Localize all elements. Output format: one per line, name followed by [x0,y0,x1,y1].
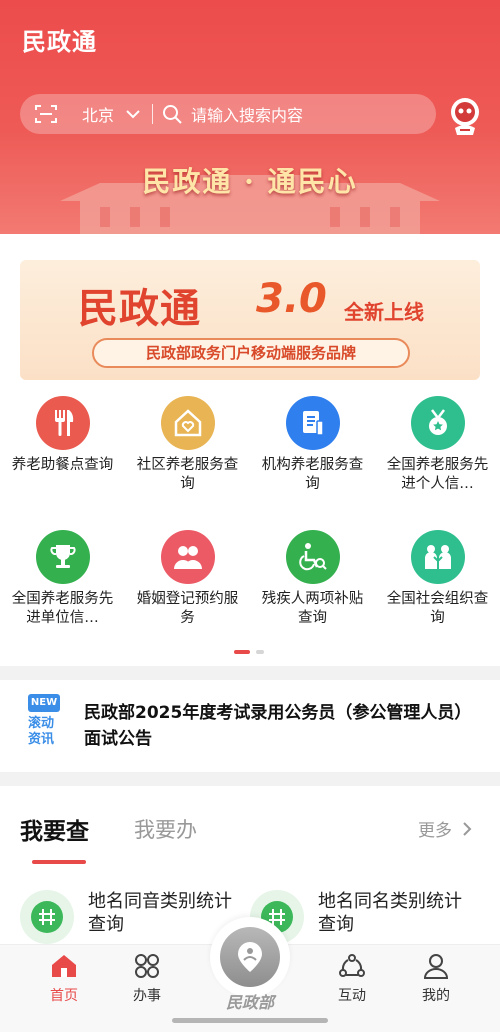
ministry-logo-icon [220,927,280,987]
page-indicator [234,650,264,654]
app-title: 民政通 [22,28,97,56]
service-item[interactable]: 全国养老服务先进单位信… [0,530,125,628]
more-label: 更多 [418,821,452,841]
user-icon [423,954,449,979]
search-icon [161,103,183,125]
people-icon [410,530,465,584]
service-item[interactable]: 全国养老服务先进个人信… [375,396,500,494]
nav-label: 我的 [422,988,450,1004]
tab-handle[interactable]: 我要办 [134,814,197,844]
service-label: 全国社会组织查询 [386,591,489,626]
news-tag: 滚动资讯 [28,716,55,747]
chevron-right-icon [463,821,472,836]
service-item[interactable]: 全国社会组织查询 [375,530,500,628]
nav-center[interactable] [210,917,290,997]
new-badge: NEW [28,694,60,712]
nav-center-label: 民政部 [225,993,274,1012]
page-dot-active [234,650,250,654]
more-link[interactable]: 更多 [418,816,472,841]
query-item[interactable]: 地名同音类别统计查询 [20,890,238,944]
service-label: 养老助餐点查询 [11,457,114,473]
interact-icon [339,954,365,977]
service-label: 全国养老服务先进单位信… [11,591,114,626]
fork-knife-icon [35,396,90,450]
service-label: 全国养老服务先进个人信… [386,457,489,492]
nav-home[interactable]: 首页 [34,953,94,1005]
promo-banner[interactable]: 民政通 3.0 全新上线 民政部政务门户移动端服务品牌 [20,260,480,380]
banner-version: 3.0 [256,276,327,322]
nav-label: 办事 [133,988,161,1004]
banner-new-text: 全新上线 [344,300,424,324]
service-item[interactable]: 婚姻登记预约服务 [125,530,250,628]
service-label: 机构养老服务查询 [261,457,364,492]
query-item-label: 地名同名类别统计查询 [318,891,462,935]
divider [152,104,154,124]
document-icon [285,396,340,450]
couple-icon [160,530,215,584]
chevron-down-icon[interactable] [126,106,142,122]
service-item[interactable]: 养老助餐点查询 [0,396,125,475]
nav-label: 首页 [50,988,78,1004]
city-selector[interactable]: 北京 [82,102,114,126]
service-label: 社区养老服务查询 [136,457,239,492]
hash-icon [20,890,74,944]
query-item-label: 地名同音类别统计查询 [88,891,232,935]
nav-label: 互动 [338,988,366,1004]
grid-flower-icon [135,954,159,978]
trophy-icon [35,530,90,584]
heart-house-icon [160,396,215,450]
service-label: 婚姻登记预约服务 [136,591,239,626]
wheelchair-icon [285,530,340,584]
news-card[interactable]: NEW 滚动资讯 民政部2025年度考试录用公务员（参公管理人员）面试公告 [0,680,500,772]
slogan: 民政通 · 通民心 [142,165,358,198]
scan-icon[interactable] [20,94,72,134]
tab-underline [32,860,86,864]
service-item[interactable]: 社区养老服务查询 [125,396,250,494]
banner-subtitle: 民政部政务门户移动端服务品牌 [92,338,410,368]
search-input[interactable]: 请输入搜索内容 [191,102,303,126]
page-dot [256,650,264,654]
search-bar[interactable]: 北京 请输入搜索内容 [20,94,436,134]
service-label: 残疾人两项补贴查询 [261,591,364,626]
medal-icon [410,396,465,450]
nav-affairs[interactable]: 办事 [117,953,177,1005]
home-indicator[interactable] [172,1018,328,1023]
nav-interact[interactable]: 互动 [322,953,382,1005]
news-badge: NEW 滚动资讯 [28,694,62,754]
tab-query[interactable]: 我要查 [20,812,89,846]
service-item[interactable]: 残疾人两项补贴查询 [250,530,375,628]
nav-mine[interactable]: 我的 [406,953,466,1005]
home-icon [52,955,76,977]
service-item[interactable]: 机构养老服务查询 [250,396,375,494]
banner-title: 民政通 [78,285,201,332]
services-card: 民政通 3.0 全新上线 民政部政务门户移动端服务品牌 养老助餐点查询 社区养老… [0,234,500,666]
header: 民政通 北京 请输入搜索内容 民政通 · 通民心 [0,0,500,234]
news-headline[interactable]: 民政部2025年度考试录用公务员（参公管理人员）面试公告 [84,700,464,752]
mascot-avatar-icon[interactable] [446,96,484,136]
